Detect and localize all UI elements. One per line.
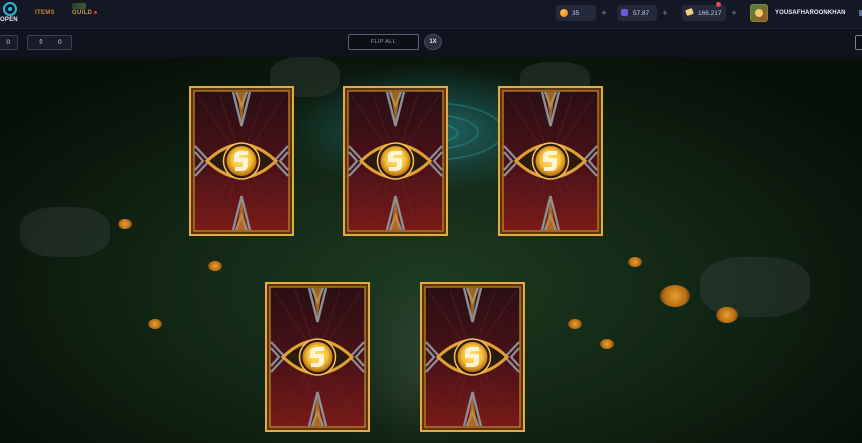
counter-right: ⚱ 0 — [27, 35, 72, 50]
gem-icon — [621, 9, 628, 16]
card[interactable] — [265, 282, 370, 432]
gold-coin-icon — [560, 9, 568, 17]
counter-right-value: 0 — [58, 39, 62, 46]
card[interactable] — [189, 86, 294, 236]
logo-icon — [3, 2, 17, 16]
nav-items[interactable]: ITEMS — [35, 10, 55, 16]
nav-guild-label: GUILD — [72, 10, 93, 16]
card[interactable] — [420, 282, 525, 432]
card[interactable] — [343, 86, 448, 236]
top-navbar: OPEN ITEMS GUILD 35 + 57.87 + 166.217 + … — [0, 0, 862, 29]
flower — [118, 219, 132, 229]
currency-gem-value: 57.87 — [633, 10, 650, 17]
add-ticket-button[interactable]: + — [730, 9, 738, 18]
counter-left-value: 0 — [6, 39, 10, 46]
side-panel-button[interactable] — [855, 35, 862, 50]
flip-all-button[interactable]: FLIP ALL — [348, 34, 419, 50]
notification-dot-icon — [716, 2, 721, 7]
flower — [628, 257, 642, 267]
currency-gold-value: 35 — [572, 10, 580, 17]
currency-ticket-value: 166.217 — [698, 10, 722, 17]
flower — [148, 319, 162, 329]
notification-dot-icon — [94, 10, 98, 14]
logo-text: OPEN — [0, 17, 18, 23]
flower — [208, 261, 222, 271]
flower — [716, 307, 738, 323]
guild-badge-icon — [72, 3, 86, 9]
stone — [700, 257, 810, 317]
currency-gold: 35 + — [556, 5, 607, 21]
nav-guild[interactable]: GUILD — [72, 10, 98, 16]
vase-icon: ⚱ — [38, 39, 44, 46]
flower — [600, 339, 614, 349]
ticket-icon — [685, 7, 694, 17]
flower — [568, 319, 582, 329]
username[interactable]: YOUSAFHAROONKHAN — [775, 10, 846, 16]
currency-gem: 57.87 + — [617, 5, 668, 21]
stone — [20, 207, 110, 257]
avatar[interactable] — [750, 4, 768, 22]
add-gem-button[interactable]: + — [661, 9, 669, 18]
card[interactable] — [498, 86, 603, 236]
flower — [660, 285, 690, 307]
currency-ticket: 166.217 + — [682, 5, 737, 21]
add-gold-button[interactable]: + — [600, 9, 608, 18]
speed-button[interactable]: 1X — [424, 34, 442, 50]
counter-left: 0 — [0, 35, 18, 50]
logo[interactable]: OPEN — [0, 2, 22, 26]
